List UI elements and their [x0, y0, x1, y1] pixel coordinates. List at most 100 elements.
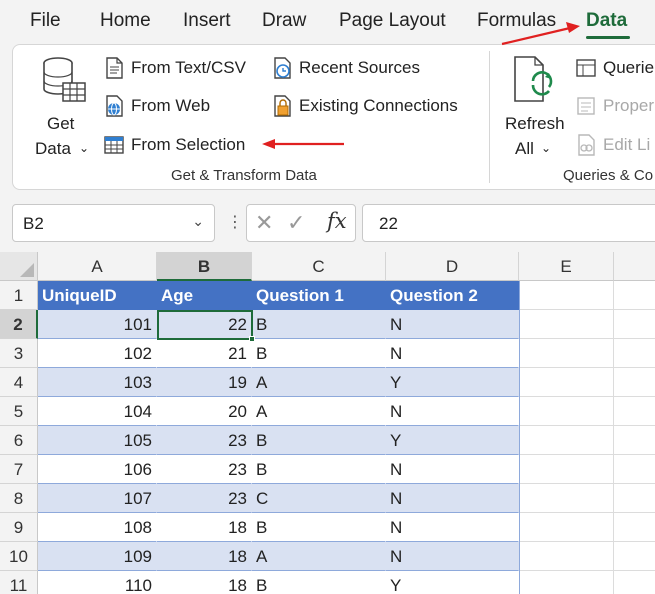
row-header-8[interactable]: 8: [0, 484, 38, 513]
table-cell[interactable]: 21: [157, 339, 252, 368]
cancel-icon[interactable]: ✕: [255, 210, 273, 236]
empty-cell[interactable]: [519, 571, 614, 594]
table-cell[interactable]: N: [386, 397, 519, 426]
table-cell[interactable]: B: [252, 513, 386, 542]
from-web-button[interactable]: From Web: [103, 95, 210, 117]
table-cell[interactable]: 18: [157, 571, 252, 594]
formula-input[interactable]: 22: [362, 204, 655, 242]
enter-check-icon[interactable]: ✓: [287, 210, 305, 236]
row-header-5[interactable]: 5: [0, 397, 38, 426]
tab-data[interactable]: Data: [586, 10, 627, 32]
table-cell[interactable]: C: [252, 484, 386, 513]
table-cell[interactable]: B: [252, 455, 386, 484]
tab-draw[interactable]: Draw: [262, 10, 306, 32]
tab-page-layout[interactable]: Page Layout: [339, 10, 446, 32]
table-cell[interactable]: N: [386, 542, 519, 571]
table-cell[interactable]: B: [252, 571, 386, 594]
table-cell[interactable]: N: [386, 513, 519, 542]
tab-insert[interactable]: Insert: [183, 10, 231, 32]
table-header-cell[interactable]: Age: [157, 281, 252, 310]
empty-cell[interactable]: [614, 513, 655, 542]
formula-bar-resize-dots-icon[interactable]: ⋮: [227, 212, 243, 232]
table-header-cell[interactable]: Question 2: [386, 281, 519, 310]
row-header-9[interactable]: 9: [0, 513, 38, 542]
table-cell[interactable]: B: [252, 310, 386, 339]
empty-cell[interactable]: [519, 513, 614, 542]
from-text-csv-button[interactable]: From Text/CSV: [103, 57, 246, 79]
empty-cell[interactable]: [519, 426, 614, 455]
table-cell[interactable]: 105: [38, 426, 157, 455]
row-header-3[interactable]: 3: [0, 339, 38, 368]
row-header-6[interactable]: 6: [0, 426, 38, 455]
table-cell[interactable]: Y: [386, 571, 519, 594]
existing-connections-button[interactable]: Existing Connections: [271, 95, 458, 117]
empty-cell[interactable]: [614, 542, 655, 571]
table-header-cell[interactable]: Question 1: [252, 281, 386, 310]
column-header-a[interactable]: A: [38, 252, 157, 281]
table-cell[interactable]: 106: [38, 455, 157, 484]
insert-function-icon[interactable]: fx: [327, 209, 347, 233]
table-cell[interactable]: 23: [157, 426, 252, 455]
table-cell[interactable]: 108: [38, 513, 157, 542]
table-cell[interactable]: A: [252, 397, 386, 426]
empty-cell[interactable]: [519, 542, 614, 571]
table-header-cell[interactable]: UniqueID: [38, 281, 157, 310]
table-cell[interactable]: 102: [38, 339, 157, 368]
row-header-4[interactable]: 4: [0, 368, 38, 397]
empty-cell[interactable]: [614, 571, 655, 594]
empty-cell[interactable]: [519, 455, 614, 484]
row-header-11[interactable]: 11: [0, 571, 38, 594]
chevron-down-icon[interactable]: ⌄: [192, 213, 204, 230]
from-selection-button[interactable]: From Selection: [103, 134, 245, 156]
refresh-all-button[interactable]: Refresh All ⌄: [501, 53, 565, 158]
queries-connections-button[interactable]: Querie: [575, 57, 654, 79]
table-cell[interactable]: A: [252, 368, 386, 397]
name-box[interactable]: B2 ⌄: [12, 204, 215, 242]
table-cell[interactable]: 110: [38, 571, 157, 594]
table-cell[interactable]: A: [252, 542, 386, 571]
table-cell[interactable]: 18: [157, 513, 252, 542]
empty-cell[interactable]: [519, 310, 614, 339]
edit-links-button[interactable]: Edit Li: [575, 134, 650, 156]
table-cell[interactable]: N: [386, 339, 519, 368]
fill-handle[interactable]: [249, 336, 255, 342]
table-cell[interactable]: 103: [38, 368, 157, 397]
table-cell[interactable]: 104: [38, 397, 157, 426]
table-cell[interactable]: Y: [386, 368, 519, 397]
row-header-7[interactable]: 7: [0, 455, 38, 484]
table-cell[interactable]: B: [252, 426, 386, 455]
empty-cell[interactable]: [614, 310, 655, 339]
empty-cell[interactable]: [614, 426, 655, 455]
table-cell[interactable]: B: [252, 339, 386, 368]
empty-cell[interactable]: [519, 339, 614, 368]
table-cell[interactable]: N: [386, 484, 519, 513]
empty-cell[interactable]: [614, 484, 655, 513]
row-header-10[interactable]: 10: [0, 542, 38, 571]
empty-cell[interactable]: [614, 397, 655, 426]
select-all-button[interactable]: [0, 252, 38, 281]
empty-cell[interactable]: [614, 281, 655, 310]
column-header-d[interactable]: D: [386, 252, 519, 281]
tab-formulas[interactable]: Formulas: [477, 10, 556, 32]
column-header-e[interactable]: E: [519, 252, 614, 281]
tab-file[interactable]: File: [30, 10, 61, 32]
table-cell[interactable]: 23: [157, 455, 252, 484]
row-header-2[interactable]: 2: [0, 310, 38, 339]
empty-cell[interactable]: [519, 397, 614, 426]
properties-button[interactable]: Proper: [575, 95, 654, 117]
get-data-button[interactable]: Get Data ⌄: [33, 53, 89, 158]
empty-cell[interactable]: [614, 455, 655, 484]
empty-cell[interactable]: [614, 368, 655, 397]
empty-cell[interactable]: [614, 339, 655, 368]
table-cell[interactable]: 23: [157, 484, 252, 513]
table-cell[interactable]: N: [386, 455, 519, 484]
table-cell[interactable]: N: [386, 310, 519, 339]
table-cell[interactable]: 101: [38, 310, 157, 339]
empty-cell[interactable]: [519, 484, 614, 513]
table-cell[interactable]: 20: [157, 397, 252, 426]
table-cell[interactable]: Y: [386, 426, 519, 455]
column-header-c[interactable]: C: [252, 252, 386, 281]
recent-sources-button[interactable]: Recent Sources: [271, 57, 420, 79]
empty-cell[interactable]: [519, 368, 614, 397]
table-cell[interactable]: 19: [157, 368, 252, 397]
